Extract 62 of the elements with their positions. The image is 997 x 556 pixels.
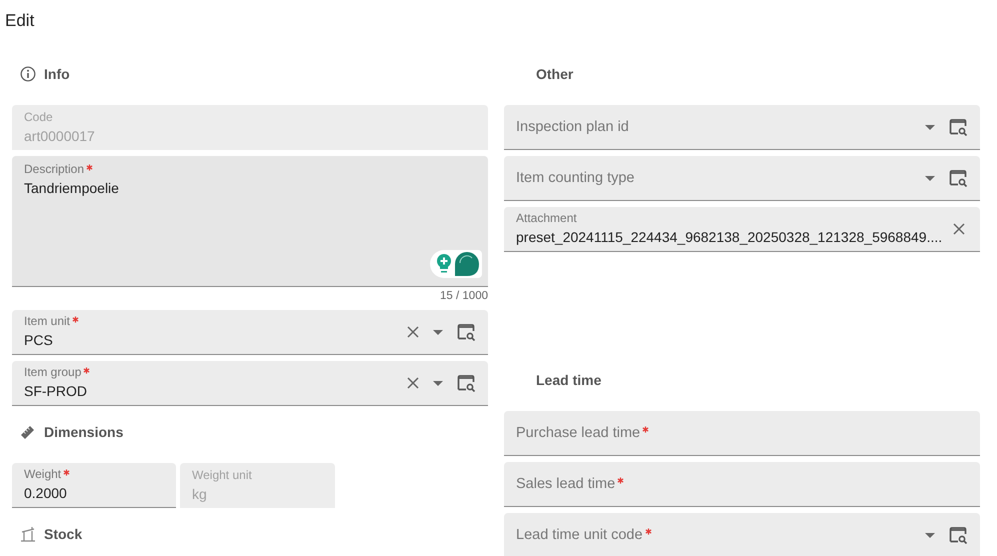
field-label: Lead time unit code <box>516 526 643 544</box>
required-icon <box>72 316 80 323</box>
crane-icon <box>20 526 36 542</box>
dropdown-field[interactable]: Item group SF-PROD <box>12 361 488 406</box>
dropdown-field[interactable]: Inspection plan id <box>504 105 980 150</box>
lookup-icon[interactable] <box>949 526 968 544</box>
field-label: Item group <box>24 365 82 380</box>
field-label: Weight unit <box>192 468 252 482</box>
required-icon <box>86 164 94 171</box>
lookup-icon[interactable] <box>949 170 968 186</box>
chat-bubble-icon[interactable] <box>455 252 479 276</box>
caret-icon[interactable] <box>433 330 443 334</box>
character-counter: 15 / 1000 <box>439 289 488 304</box>
section-title: Stock <box>44 526 82 542</box>
caret-icon[interactable] <box>925 532 935 538</box>
file-field[interactable]: Attachment preset_20241115_224434_9682138_20250328_121328_5968849.... <box>504 207 980 252</box>
field-value: preset_20241115_224434_9682138_20250328_121328_5968849.... <box>516 228 943 247</box>
field-label: Weight <box>24 467 62 482</box>
section-title: Info <box>44 66 70 82</box>
caret-icon[interactable] <box>925 124 935 130</box>
field-value: art0000017 <box>24 126 96 146</box>
required-icon <box>617 477 624 484</box>
lookup-icon[interactable] <box>457 324 476 340</box>
field-label: Item counting type <box>516 169 634 187</box>
clear-icon[interactable] <box>953 223 965 235</box>
clear-icon[interactable] <box>407 377 419 389</box>
section-title: Lead time <box>536 372 602 388</box>
caret-icon[interactable] <box>433 380 443 386</box>
field-label: Code <box>24 110 53 124</box>
field-value: 0.2000 <box>24 484 68 503</box>
field-label: Inspection plan id <box>516 118 629 136</box>
clear-icon[interactable] <box>407 326 419 338</box>
info-icon <box>20 66 36 82</box>
dropdown-field[interactable]: Item unit PCS <box>12 310 488 355</box>
field-label: Purchase lead time <box>516 424 640 442</box>
dropdown-field[interactable]: Item counting type <box>504 156 980 201</box>
required-icon <box>63 469 70 476</box>
field-label: Description <box>24 162 84 177</box>
caret-icon[interactable] <box>925 176 935 180</box>
field-label: Item unit <box>24 314 70 329</box>
text-field[interactable]: Sales lead time <box>504 462 980 507</box>
section-title: Dimensions <box>44 424 124 440</box>
field-label: Sales lead time <box>516 475 616 493</box>
lightbulb-icon[interactable] <box>436 254 452 274</box>
assistant-widget[interactable] <box>430 250 482 278</box>
field-value: SF-PROD <box>24 382 88 401</box>
text-area[interactable]: Description Tandriempoelie <box>12 156 488 287</box>
text-field[interactable]: Weight 0.2000 <box>12 463 176 508</box>
dropdown-field[interactable]: Lead time unit code <box>504 513 980 556</box>
field-label: Attachment <box>516 211 577 226</box>
ruler-icon <box>20 424 36 440</box>
lookup-icon[interactable] <box>457 374 476 392</box>
required-icon <box>644 528 652 535</box>
field-value: kg <box>192 484 208 504</box>
required-icon <box>83 367 90 374</box>
section-title: Other <box>536 66 574 82</box>
field-value: PCS <box>24 331 54 350</box>
lookup-icon[interactable] <box>949 118 968 136</box>
required-icon <box>642 426 650 433</box>
field-value: Tandriempoelie <box>24 179 120 198</box>
page-title: Edit <box>5 10 36 32</box>
text-field[interactable]: Purchase lead time <box>504 411 980 456</box>
